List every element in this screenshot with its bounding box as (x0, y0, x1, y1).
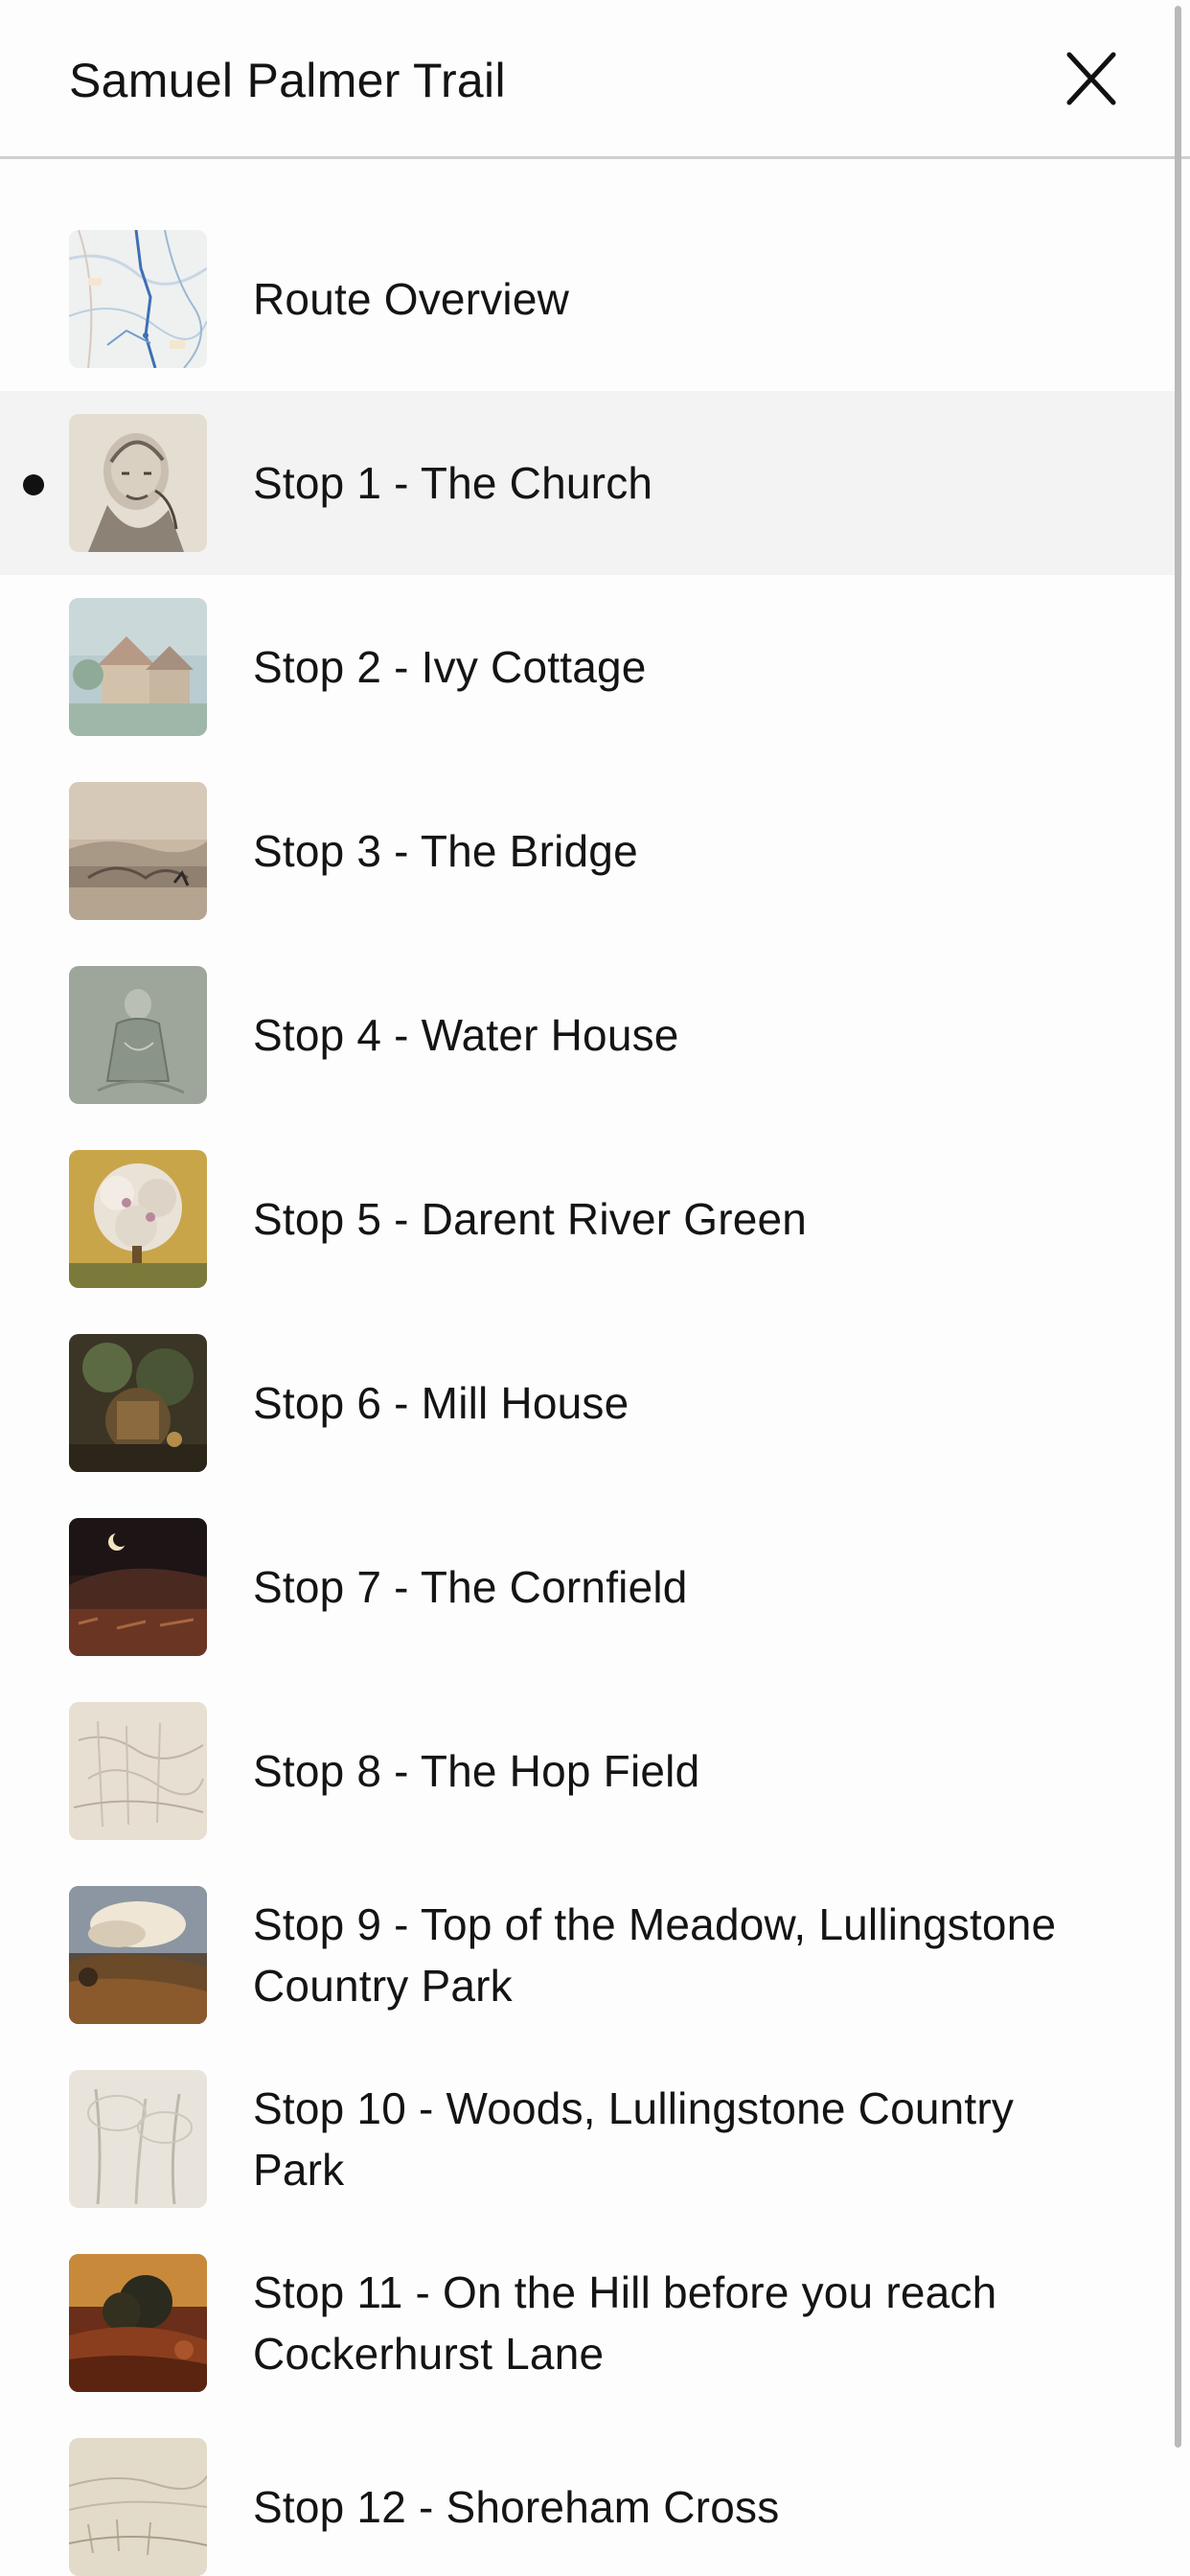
current-stop-bullet (23, 474, 44, 495)
stop-list: Route Overview Stop 1 - The Church Stop … (0, 207, 1182, 2576)
list-item-stop-9[interactable]: Stop 9 - Top of the Meadow, Lullingstone… (0, 1863, 1182, 2047)
trail-menu: Samuel Palmer Trail Route Overview Stop … (0, 0, 1190, 2576)
list-item-stop-5[interactable]: Stop 5 - Darent River Green (0, 1127, 1182, 1311)
list-item-stop-3[interactable]: Stop 3 - The Bridge (0, 759, 1182, 943)
list-item-label: Stop 7 - The Cornfield (253, 1562, 688, 1612)
list-item-stop-11[interactable]: Stop 11 - On the Hill before you reach C… (0, 2231, 1182, 2415)
list-item-stop-8[interactable]: Stop 8 - The Hop Field (0, 1679, 1182, 1863)
scrollbar[interactable] (1167, 0, 1190, 2576)
list-item-label: Stop 11 - On the Hill before you reach C… (253, 2267, 997, 2379)
list-item-label: Stop 2 - Ivy Cottage (253, 642, 647, 692)
list-item-label: Stop 9 - Top of the Meadow, Lullingstone… (253, 1899, 1057, 2011)
scrollbar-thumb[interactable] (1175, 6, 1181, 2448)
list-item-label: Stop 4 - Water House (253, 1010, 679, 1060)
list-item-stop-4[interactable]: Stop 4 - Water House (0, 943, 1182, 1127)
bridge-landscape-thumbnail (69, 782, 207, 920)
list-item-stop-7[interactable]: Stop 7 - The Cornfield (0, 1495, 1182, 1679)
list-item-stop-6[interactable]: Stop 6 - Mill House (0, 1311, 1182, 1495)
hop-field-sketch-thumbnail (69, 1702, 207, 1840)
list-item-label: Stop 6 - Mill House (253, 1378, 629, 1428)
list-item-route-overview[interactable]: Route Overview (0, 207, 1182, 391)
list-item-stop-12[interactable]: Stop 12 - Shoreham Cross (0, 2415, 1182, 2576)
close-button[interactable] (1060, 50, 1123, 107)
list-item-label: Stop 8 - The Hop Field (253, 1746, 700, 1796)
portrait-sketch-thumbnail (69, 414, 207, 552)
cottage-watercolour-thumbnail (69, 598, 207, 736)
woods-sketch-thumbnail (69, 2070, 207, 2208)
mill-painting-thumbnail (69, 1334, 207, 1472)
list-item-stop-10[interactable]: Stop 10 - Woods, Lullingstone Country Pa… (0, 2047, 1182, 2231)
close-icon (1066, 52, 1116, 105)
hill-painting-thumbnail (69, 2254, 207, 2392)
list-item-label: Stop 12 - Shoreham Cross (253, 2482, 780, 2532)
page-title: Samuel Palmer Trail (69, 54, 506, 107)
list-item-label: Stop 10 - Woods, Lullingstone Country Pa… (253, 2083, 1015, 2195)
moonlit-cornfield-thumbnail (69, 1518, 207, 1656)
list-item-stop-1[interactable]: Stop 1 - The Church (0, 391, 1182, 575)
list-item-stop-2[interactable]: Stop 2 - Ivy Cottage (0, 575, 1182, 759)
seated-figure-thumbnail (69, 966, 207, 1104)
map-thumbnail (69, 230, 207, 368)
meadow-painting-thumbnail (69, 1886, 207, 2024)
shoreham-sketch-thumbnail (69, 2438, 207, 2576)
menu-header: Samuel Palmer Trail (0, 0, 1190, 159)
list-item-label: Route Overview (253, 274, 570, 324)
list-item-label: Stop 3 - The Bridge (253, 826, 638, 876)
list-item-label: Stop 1 - The Church (253, 458, 653, 508)
blossom-tree-thumbnail (69, 1150, 207, 1288)
list-item-label: Stop 5 - Darent River Green (253, 1194, 808, 1244)
